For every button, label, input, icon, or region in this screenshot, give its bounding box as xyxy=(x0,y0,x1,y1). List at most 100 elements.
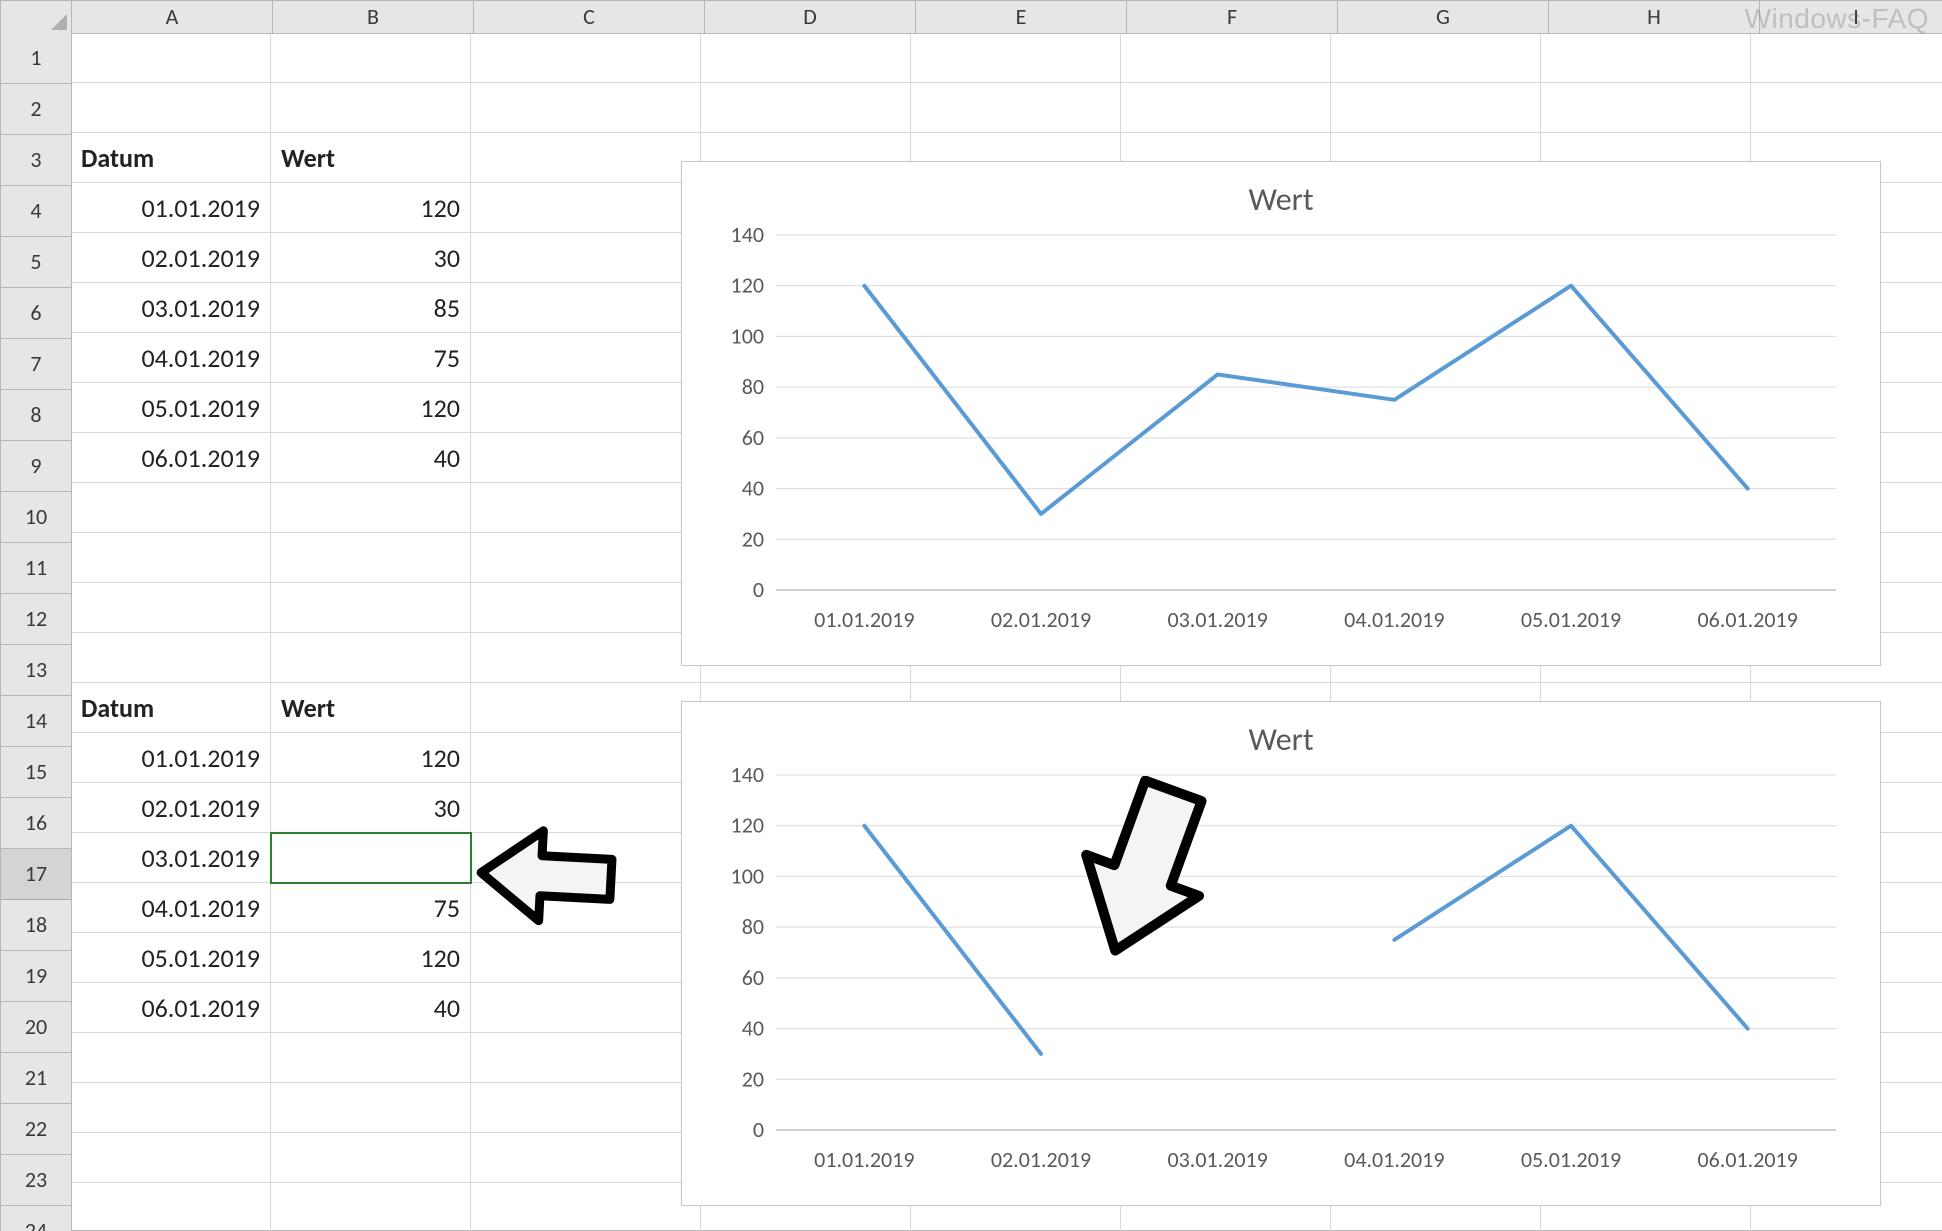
cell-B16[interactable]: 30 xyxy=(271,783,471,833)
cell-A11[interactable] xyxy=(71,533,271,583)
cell-A24[interactable] xyxy=(71,1183,271,1231)
row-header-23[interactable]: 23 xyxy=(1,1155,71,1206)
cell-A17[interactable]: 03.01.2019 xyxy=(71,833,271,883)
cell-A4[interactable]: 01.01.2019 xyxy=(71,183,271,233)
row-header-4[interactable]: 4 xyxy=(1,186,71,237)
cell-B14[interactable]: Wert xyxy=(271,683,471,733)
row-header-13[interactable]: 13 xyxy=(1,645,71,696)
row-header-15[interactable]: 15 xyxy=(1,747,71,798)
row-header-11[interactable]: 11 xyxy=(1,543,71,594)
cell-G2[interactable] xyxy=(1331,83,1541,133)
cell-D2[interactable] xyxy=(701,83,911,133)
cell-C12[interactable] xyxy=(471,583,701,633)
cell-D1[interactable] xyxy=(701,33,911,83)
cell-I1[interactable] xyxy=(1751,33,1942,83)
row-header-24[interactable]: 24 xyxy=(1,1206,71,1231)
row-header-2[interactable]: 2 xyxy=(1,84,71,135)
cell-F1[interactable] xyxy=(1121,33,1331,83)
cell-F2[interactable] xyxy=(1121,83,1331,133)
row-header-21[interactable]: 21 xyxy=(1,1053,71,1104)
cell-B21[interactable] xyxy=(271,1033,471,1083)
row-header-16[interactable]: 16 xyxy=(1,798,71,849)
cell-B7[interactable]: 75 xyxy=(271,333,471,383)
column-header-E[interactable]: E xyxy=(916,1,1127,33)
column-header-G[interactable]: G xyxy=(1338,1,1549,33)
column-header-B[interactable]: B xyxy=(273,1,474,33)
cell-C22[interactable] xyxy=(471,1083,701,1133)
row-header-9[interactable]: 9 xyxy=(1,441,71,492)
chart-wert-bottom[interactable]: Wert 02040608010012014001.01.201902.01.2… xyxy=(681,701,1881,1206)
cell-C23[interactable] xyxy=(471,1133,701,1183)
cell-A3[interactable]: Datum xyxy=(71,133,271,183)
cell-C9[interactable] xyxy=(471,433,701,483)
cell-A18[interactable]: 04.01.2019 xyxy=(71,883,271,933)
cell-B23[interactable] xyxy=(271,1133,471,1183)
cell-B2[interactable] xyxy=(271,83,471,133)
cell-C20[interactable] xyxy=(471,983,701,1033)
cell-C1[interactable] xyxy=(471,33,701,83)
cell-C24[interactable] xyxy=(471,1183,701,1231)
cell-A12[interactable] xyxy=(71,583,271,633)
cell-B17[interactable] xyxy=(271,833,471,883)
row-header-17[interactable]: 17 xyxy=(1,849,71,900)
cell-C11[interactable] xyxy=(471,533,701,583)
cell-B3[interactable]: Wert xyxy=(271,133,471,183)
cell-I2[interactable] xyxy=(1751,83,1942,133)
cell-B11[interactable] xyxy=(271,533,471,583)
row-header-1[interactable]: 1 xyxy=(1,33,71,84)
row-header-5[interactable]: 5 xyxy=(1,237,71,288)
cell-C4[interactable] xyxy=(471,183,701,233)
cell-B19[interactable]: 120 xyxy=(271,933,471,983)
chart-wert-top[interactable]: Wert 02040608010012014001.01.201902.01.2… xyxy=(681,161,1881,666)
row-header-7[interactable]: 7 xyxy=(1,339,71,390)
cell-A10[interactable] xyxy=(71,483,271,533)
cell-A13[interactable] xyxy=(71,633,271,683)
cell-B18[interactable]: 75 xyxy=(271,883,471,933)
cell-C3[interactable] xyxy=(471,133,701,183)
column-header-F[interactable]: F xyxy=(1127,1,1338,33)
cell-C7[interactable] xyxy=(471,333,701,383)
cell-E1[interactable] xyxy=(911,33,1121,83)
cell-B15[interactable]: 120 xyxy=(271,733,471,783)
row-header-3[interactable]: 3 xyxy=(1,135,71,186)
cell-A14[interactable]: Datum xyxy=(71,683,271,733)
cell-A2[interactable] xyxy=(71,83,271,133)
cell-A20[interactable]: 06.01.2019 xyxy=(71,983,271,1033)
cell-H1[interactable] xyxy=(1541,33,1751,83)
cell-A6[interactable]: 03.01.2019 xyxy=(71,283,271,333)
cell-B20[interactable]: 40 xyxy=(271,983,471,1033)
column-header-C[interactable]: C xyxy=(474,1,705,33)
cell-A5[interactable]: 02.01.2019 xyxy=(71,233,271,283)
cell-H2[interactable] xyxy=(1541,83,1751,133)
cell-E2[interactable] xyxy=(911,83,1121,133)
select-all-corner[interactable] xyxy=(1,1,72,34)
row-header-14[interactable]: 14 xyxy=(1,696,71,747)
column-header-I[interactable]: I xyxy=(1760,1,1942,33)
cell-C10[interactable] xyxy=(471,483,701,533)
row-header-18[interactable]: 18 xyxy=(1,900,71,951)
cell-B1[interactable] xyxy=(271,33,471,83)
cell-C8[interactable] xyxy=(471,383,701,433)
row-header-22[interactable]: 22 xyxy=(1,1104,71,1155)
row-header-10[interactable]: 10 xyxy=(1,492,71,543)
cell-C15[interactable] xyxy=(471,733,701,783)
cell-C5[interactable] xyxy=(471,233,701,283)
cell-A7[interactable]: 04.01.2019 xyxy=(71,333,271,383)
column-header-H[interactable]: H xyxy=(1549,1,1760,33)
cell-A1[interactable] xyxy=(71,33,271,83)
cell-B10[interactable] xyxy=(271,483,471,533)
cell-A16[interactable]: 02.01.2019 xyxy=(71,783,271,833)
row-header-20[interactable]: 20 xyxy=(1,1002,71,1053)
cell-B5[interactable]: 30 xyxy=(271,233,471,283)
cell-B9[interactable]: 40 xyxy=(271,433,471,483)
cell-B24[interactable] xyxy=(271,1183,471,1231)
cell-C21[interactable] xyxy=(471,1033,701,1083)
cell-B22[interactable] xyxy=(271,1083,471,1133)
cell-C6[interactable] xyxy=(471,283,701,333)
row-header-19[interactable]: 19 xyxy=(1,951,71,1002)
cell-G1[interactable] xyxy=(1331,33,1541,83)
cell-C14[interactable] xyxy=(471,683,701,733)
cell-B12[interactable] xyxy=(271,583,471,633)
cell-A9[interactable]: 06.01.2019 xyxy=(71,433,271,483)
row-header-6[interactable]: 6 xyxy=(1,288,71,339)
